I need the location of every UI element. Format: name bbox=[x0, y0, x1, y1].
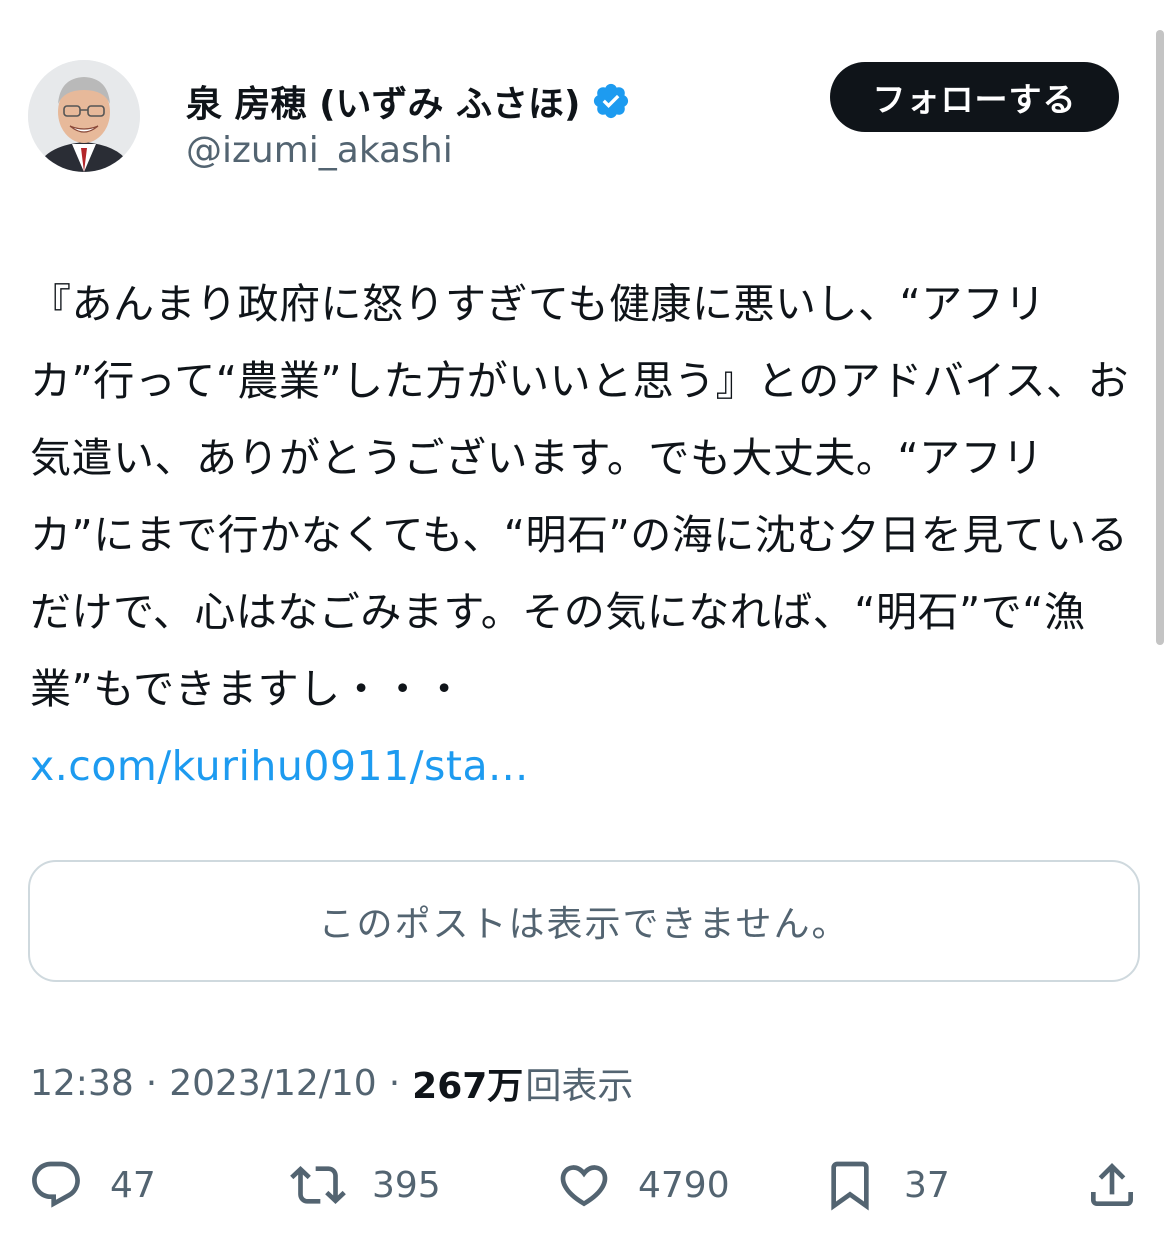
action-bar: 47 395 4790 37 bbox=[0, 1152, 1170, 1218]
repost-icon bbox=[290, 1166, 346, 1204]
tweet-meta: 12:38 · 2023/12/10 · 267万 回表示 bbox=[30, 1058, 633, 1108]
tweet-text: 『あんまり政府に怒りすぎても健康に悪いし、“アフリカ”行って“農業”した方がいい… bbox=[30, 266, 1142, 805]
reply-button[interactable]: 47 bbox=[28, 1152, 156, 1218]
reply-count: 47 bbox=[110, 1164, 156, 1206]
share-icon bbox=[1091, 1163, 1133, 1206]
tweet-date[interactable]: 2023/12/10 bbox=[169, 1063, 377, 1104]
unavailable-message: このポストは表示できません。 bbox=[318, 904, 850, 945]
repost-count: 395 bbox=[372, 1164, 441, 1206]
repost-button[interactable]: 395 bbox=[290, 1152, 441, 1218]
meta-separator-2: · bbox=[388, 1062, 401, 1104]
views-count[interactable]: 267万 bbox=[412, 1057, 523, 1109]
meta-separator: · bbox=[145, 1062, 158, 1104]
tweet-link[interactable]: x.com/kurihu0911/sta... bbox=[30, 742, 529, 790]
follow-button[interactable]: フォローする bbox=[830, 62, 1119, 132]
scrollbar[interactable] bbox=[1156, 30, 1164, 645]
bookmark-button[interactable]: 37 bbox=[822, 1152, 950, 1218]
bookmark-count: 37 bbox=[904, 1164, 950, 1206]
quoted-post-unavailable: このポストは表示できません。 bbox=[28, 860, 1140, 982]
display-name[interactable]: 泉 房穂 (いずみ ふさほ) bbox=[186, 75, 581, 127]
avatar-photo bbox=[28, 60, 140, 172]
like-button[interactable]: 4790 bbox=[556, 1152, 730, 1218]
views-label: 回表示 bbox=[525, 1066, 634, 1107]
like-count: 4790 bbox=[638, 1164, 730, 1206]
author-name-row[interactable]: 泉 房穂 (いずみ ふさほ) bbox=[186, 74, 631, 128]
reply-icon bbox=[32, 1161, 80, 1208]
avatar[interactable] bbox=[28, 60, 140, 172]
verified-badge-icon bbox=[591, 81, 631, 121]
heart-icon bbox=[560, 1165, 608, 1207]
tweet-time[interactable]: 12:38 bbox=[30, 1063, 134, 1104]
author-handle[interactable]: @izumi_akashi bbox=[186, 130, 453, 171]
share-button[interactable] bbox=[1084, 1152, 1140, 1218]
bookmark-icon bbox=[831, 1161, 869, 1211]
tweet-body-text: 『あんまり政府に怒りすぎても健康に悪いし、“アフリカ”行って“農業”した方がいい… bbox=[30, 280, 1130, 713]
